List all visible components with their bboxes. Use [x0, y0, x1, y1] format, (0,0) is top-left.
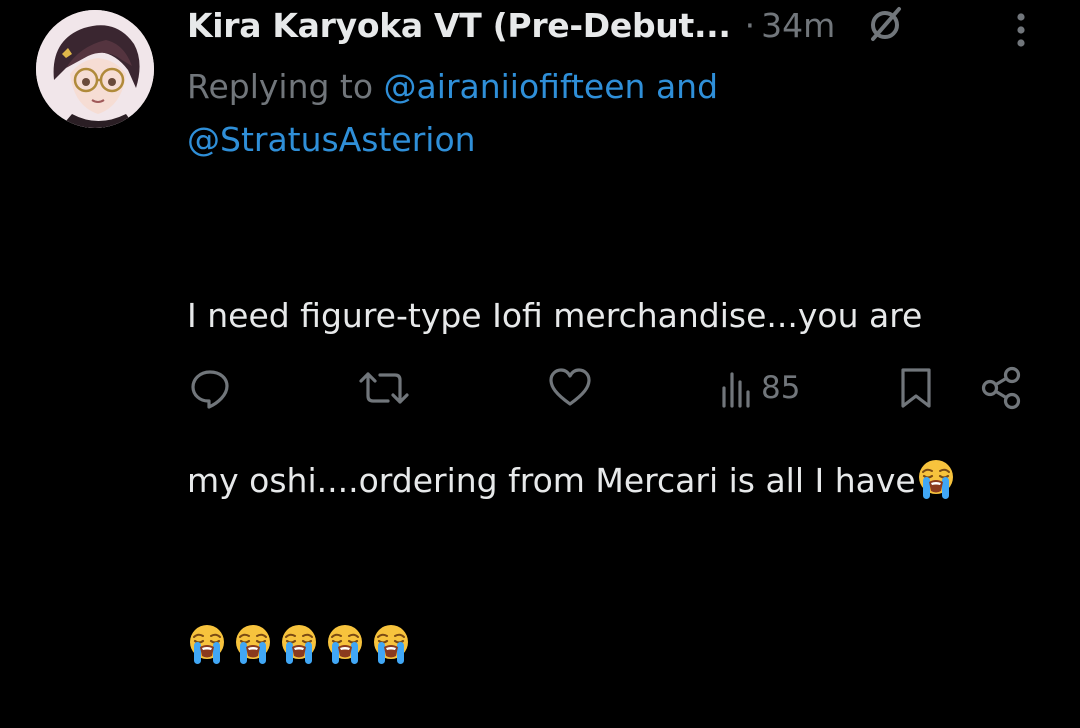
share-button[interactable] [980, 366, 1024, 410]
loudly-crying-face-icon [236, 625, 270, 664]
tweet-header: Kira Karyoka VT (Pre-Debut... · 34m [187, 0, 1067, 50]
tweet-actions: 85 [0, 360, 1080, 416]
views-icon [722, 372, 750, 408]
views-button[interactable]: 85 [719, 366, 800, 410]
tweet-text: I need figure-type Iofi merchandise...yo… [187, 178, 1057, 728]
reply-button[interactable] [188, 366, 232, 410]
muted-icon [865, 5, 905, 45]
bookmark-icon [901, 368, 931, 408]
heart-icon [549, 368, 591, 406]
reply-icon [191, 370, 229, 409]
emoji-group [916, 460, 962, 500]
separator-dot: · [744, 5, 756, 45]
replying-to: Replying to @airaniiofifteen and @Stratu… [187, 60, 1047, 166]
avatar-image [36, 10, 154, 128]
share-icon [981, 366, 1021, 410]
views-count: 85 [761, 370, 801, 406]
timestamp[interactable]: 34m [761, 6, 835, 45]
loudly-crying-face-icon [918, 460, 953, 499]
mention-link[interactable]: @airaniiofifteen [384, 67, 646, 106]
loudly-crying-face-icon [328, 625, 362, 664]
reply-prefix: Replying to [187, 67, 384, 106]
reply-and: and [645, 67, 719, 106]
bookmark-button[interactable] [898, 366, 934, 410]
retweet-icon [359, 372, 409, 404]
more-options-icon[interactable] [1006, 8, 1036, 48]
author-name[interactable]: Kira Karyoka VT (Pre-Debut... [187, 6, 731, 45]
tweet-text-line: I need figure-type Iofi merchandise...yo… [187, 296, 923, 335]
like-button[interactable] [548, 366, 592, 410]
loudly-crying-face-icon [374, 625, 408, 664]
tweet-text-line: my oshi....ordering from Mercari is all … [187, 461, 916, 500]
emoji-row [187, 618, 1057, 673]
loudly-crying-face-icon [190, 625, 224, 664]
retweet-button[interactable] [358, 366, 410, 410]
mention-link[interactable]: @StratusAsterion [187, 120, 476, 159]
tweet-text-line-2: my oshi....ordering from Mercari is all … [187, 453, 1057, 508]
avatar[interactable] [36, 10, 154, 128]
loudly-crying-face-icon [282, 625, 316, 664]
